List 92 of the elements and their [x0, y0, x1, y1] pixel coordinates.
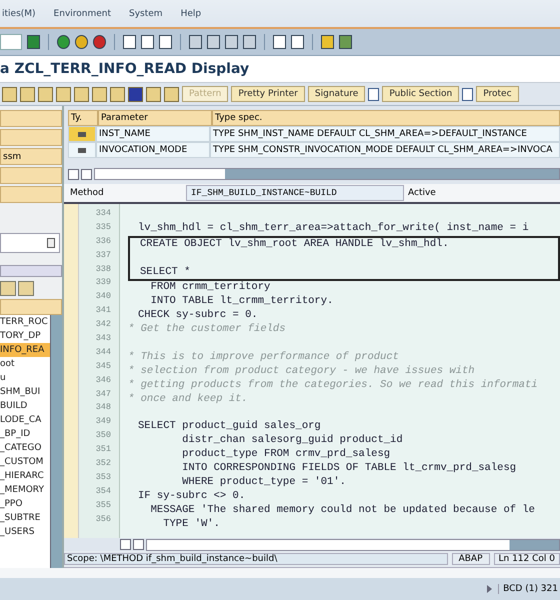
cursor-position: Ln 112 Col 0: [494, 553, 560, 565]
code-line: SELECT *: [128, 266, 560, 282]
line-number: 342: [94, 319, 112, 332]
code-line: lv_shm_hdl = cl_shm_terr_area=>attach_for_write( inst_name = i: [137, 222, 530, 236]
code-line: TYPE 'W'.: [162, 518, 221, 532]
tree-item[interactable]: u: [0, 371, 50, 385]
table-cell: TYPE SHM_CONSTR_INVOCATION_MODE DEFAULT CL_SHM_AREA=>INVOCA: [210, 142, 560, 158]
object-field[interactable]: [0, 233, 60, 253]
column-header: Parameter: [98, 110, 212, 126]
scope-text: Scope: \METHOD if_shm_build_instance~build\: [64, 553, 448, 565]
tree-item[interactable]: _BP_ID: [0, 427, 50, 441]
code-line: WHERE product_type = '01'.: [181, 476, 347, 490]
code-line: product_type FROM crmv_prd_salesg: [181, 448, 392, 462]
toolbar-button[interactable]: Protec: [476, 86, 519, 102]
line-number: 335: [94, 222, 112, 234]
code-line: * getting products from the categories. So we read this informati: [128, 378, 539, 393]
line-number: 343: [94, 333, 112, 346]
horizontal-scrollbar[interactable]: [146, 538, 560, 550]
code-line: * selection from product category - we have issues with: [128, 364, 476, 379]
tree-item[interactable]: _MEMORY: [0, 483, 50, 497]
line-number: 348: [94, 402, 112, 414]
tree-item[interactable]: _PPO: [0, 497, 50, 511]
line-number: 350: [94, 430, 112, 442]
horizontal-scrollbar[interactable]: [0, 265, 62, 277]
code-line: CREATE OBJECT lv_shm_root AREA HANDLE lv_shm_hdl.: [128, 236, 560, 252]
menu-item[interactable]: System: [127, 8, 165, 18]
tree-item[interactable]: INFO_REA: [0, 343, 50, 357]
code-line: CHECK sy-subrc = 0.: [137, 309, 259, 323]
code-line: INTO CORRESPONDING FIELDS OF TABLE lt_crmv_prd_salesg: [181, 462, 518, 476]
line-number: 349: [94, 416, 112, 428]
row-selector[interactable]: [68, 142, 96, 158]
toolbar-button[interactable]: Pretty Printer: [231, 86, 305, 102]
code-line: FROM crmm_territory: [150, 281, 272, 295]
line-number: 356: [94, 514, 112, 526]
table-cell: TYPE SHM_INST_NAME DEFAULT CL_SHM_AREA=>DEFAULT_INSTANCE: [210, 126, 560, 142]
tree-item[interactable]: LODE_CA: [0, 413, 50, 427]
tree-item[interactable]: TERR_ROC: [0, 315, 50, 329]
system-info: BCD (1) 321: [498, 584, 558, 594]
line-number: 345: [94, 360, 112, 373]
code-line: MESSAGE 'The shared memory could not be updated because of le: [150, 504, 536, 518]
line-number: 347: [94, 388, 112, 401]
vertical-scrollbar[interactable]: [50, 315, 62, 568]
line-number: 341: [94, 305, 112, 318]
line-number: 346: [94, 374, 112, 387]
line-number: 352: [94, 458, 112, 470]
line-number: 340: [94, 291, 112, 304]
line-number: 336: [94, 236, 112, 248]
method-label: Method: [70, 188, 105, 198]
tree-item[interactable]: _USERS: [0, 525, 50, 539]
code-line: * once and keep it.: [128, 392, 249, 406]
toolbar-button[interactable]: Signature: [308, 86, 366, 102]
line-number: 354: [94, 486, 112, 498]
line-number: 353: [94, 472, 112, 484]
tree-item[interactable]: _CATEGO: [0, 441, 50, 455]
line-number: 337: [94, 250, 112, 262]
menu-item[interactable]: Help: [178, 8, 204, 18]
language-text: ABAP: [452, 553, 490, 565]
line-number: 351: [94, 444, 112, 456]
table-cell: INVOCATION_MODE: [96, 142, 210, 158]
line-number: 334: [94, 208, 112, 220]
toolbar-button[interactable]: Public Section: [382, 86, 460, 102]
menu-item[interactable]: ities(M): [0, 8, 38, 18]
line-number: 339: [94, 277, 112, 290]
column-header: Type spec.: [212, 110, 560, 126]
row-selector[interactable]: [68, 126, 96, 142]
tree-item[interactable]: SHM_BUI: [0, 385, 50, 399]
line-number: 338: [94, 264, 112, 276]
window-title: a ZCL_TERR_INFO_READ Display: [0, 61, 250, 77]
triangle-icon[interactable]: [487, 585, 492, 593]
tree-item[interactable]: TORY_DP: [0, 329, 50, 343]
tree-item[interactable]: oot: [0, 357, 50, 371]
table-cell: INST_NAME: [96, 126, 210, 142]
line-number: 344: [94, 346, 112, 359]
code-line: INTO TABLE lt_crmm_territory.: [150, 295, 334, 309]
code-line: SELECT product_guid sales_org: [137, 420, 322, 434]
tree-item[interactable]: BUILD: [0, 399, 50, 413]
horizontal-scrollbar[interactable]: [94, 168, 560, 180]
tree-item[interactable]: _SUBTRE: [0, 511, 50, 525]
code-line: * Get the customer fields: [128, 323, 287, 338]
tree-item[interactable]: _CUSTOM: [0, 455, 50, 469]
code-line: distr_chan salesorg_guid product_id: [181, 434, 404, 448]
tree-header: [0, 299, 62, 315]
command-field[interactable]: [0, 34, 22, 50]
status-text: Active: [408, 188, 436, 198]
line-number: 355: [94, 500, 112, 512]
menu-item[interactable]: Environment: [52, 8, 114, 18]
code-line: IF sy-subrc <> 0.: [137, 490, 246, 504]
column-header: Ty.: [68, 110, 98, 126]
code-line: * This is to improve performance of product: [128, 350, 400, 365]
method-field[interactable]: IF_SHM_BUILD_INSTANCE~BUILD: [186, 185, 404, 201]
tree-item[interactable]: _HIERARC: [0, 469, 50, 483]
navigation-tab[interactable]: ssm: [0, 148, 62, 165]
